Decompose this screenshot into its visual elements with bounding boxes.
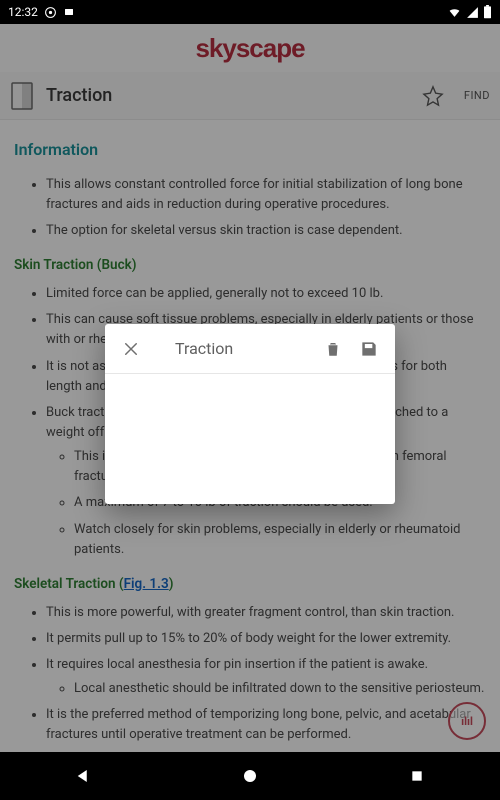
- signal-icon: [466, 6, 479, 19]
- status-bar: 12:32: [0, 0, 500, 24]
- nav-home-button[interactable]: [230, 756, 270, 796]
- section-skin-traction: Skin Traction (Buck): [14, 255, 486, 276]
- wifi-icon: [447, 6, 462, 19]
- system-nav-bar: [0, 752, 500, 800]
- list-item: Watch closely for skin problems, especia…: [74, 520, 486, 560]
- close-button[interactable]: [117, 335, 145, 363]
- list-item: Limited force can be applied, generally …: [46, 284, 486, 304]
- circle-home-icon: [241, 767, 259, 785]
- section-information: Information: [14, 138, 486, 163]
- find-button[interactable]: FIND: [464, 89, 490, 102]
- list-item: It requires local anesthesia for pin ins…: [46, 655, 486, 699]
- card-icon: [63, 6, 75, 18]
- brand-logo: skyscape: [0, 24, 500, 72]
- app-notif-icon: [44, 6, 57, 19]
- close-icon: [122, 340, 140, 358]
- square-recents-icon: [409, 768, 425, 784]
- section-skeletal-traction: Skeletal Traction (Fig. 1.3): [14, 574, 486, 595]
- figure-link[interactable]: Fig. 1.3: [124, 576, 169, 592]
- favorite-button[interactable]: [422, 85, 444, 107]
- list-item: This allows constant controlled force fo…: [46, 175, 486, 215]
- title-bar: Traction FIND: [0, 72, 500, 120]
- delete-button[interactable]: [319, 335, 347, 363]
- document-icon: [10, 82, 34, 110]
- dialog-title: Traction: [153, 339, 311, 358]
- list-item: It is the preferred method of temporizin…: [46, 705, 486, 745]
- status-time: 12:32: [8, 5, 38, 19]
- note-dialog: Traction: [105, 324, 395, 504]
- list-item: This is more powerful, with greater frag…: [46, 603, 486, 623]
- save-icon: [359, 339, 379, 359]
- fab-button[interactable]: ılıl: [448, 702, 486, 740]
- triangle-back-icon: [74, 767, 92, 785]
- page-title: Traction: [46, 85, 410, 106]
- save-button[interactable]: [355, 335, 383, 363]
- nav-recents-button[interactable]: [397, 756, 437, 796]
- nav-back-button[interactable]: [63, 756, 103, 796]
- list-item: The option for skeletal versus skin trac…: [46, 221, 486, 241]
- trash-icon: [324, 339, 342, 359]
- list-item: Local anesthetic should be infiltrated d…: [74, 679, 486, 699]
- list-item: It permits pull up to 15% to 20% of body…: [46, 629, 486, 649]
- battery-icon: [483, 5, 492, 19]
